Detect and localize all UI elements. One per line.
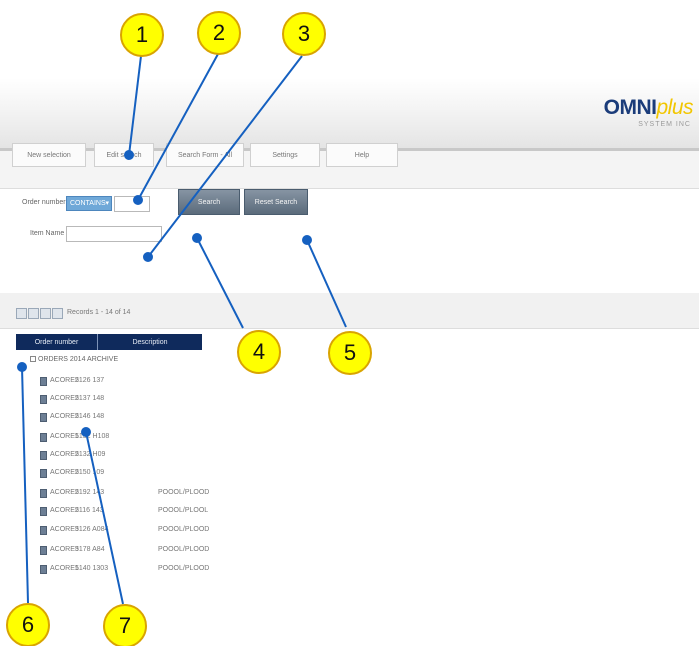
- table-row[interactable]: ACORE2 5137 148: [40, 394, 230, 408]
- pager-status: Records 1 - 14 of 14: [67, 309, 131, 316]
- document-icon: [40, 469, 47, 478]
- document-icon: [40, 507, 47, 516]
- tab-search-form[interactable]: Search Form - All: [166, 143, 244, 167]
- search-button[interactable]: Search: [178, 189, 240, 215]
- reset-search-button[interactable]: Reset Search: [244, 189, 308, 215]
- callout-1: 1: [120, 13, 164, 57]
- callout-7: 7: [103, 604, 147, 646]
- tab-help[interactable]: Help: [326, 143, 398, 167]
- callout-6: 6: [6, 603, 50, 646]
- table-row[interactable]: ACORE2 5126 137: [40, 376, 230, 390]
- tab-new-selection[interactable]: New selection: [12, 143, 86, 167]
- tree-root-node[interactable]: ORDERS 2014 ARCHIVE: [30, 356, 118, 363]
- callout-3: 3: [282, 12, 326, 56]
- table-row[interactable]: ACORE1 5140 1303 POOOL/PLOOD: [40, 564, 230, 578]
- table-row[interactable]: ACORE2 5132 H09: [40, 450, 230, 464]
- document-icon: [40, 433, 47, 442]
- match-operator-value: CONTAINS: [70, 200, 106, 207]
- callout-2: 2: [197, 11, 241, 55]
- table-row[interactable]: ACORE2 5146 148: [40, 412, 230, 426]
- expand-collapse-icon[interactable]: [30, 356, 36, 363]
- document-icon: [40, 395, 47, 404]
- document-icon: [40, 451, 47, 460]
- tab-settings[interactable]: Settings: [250, 143, 320, 167]
- document-icon: [40, 413, 47, 422]
- document-icon: [40, 377, 47, 386]
- table-row[interactable]: ACORE2 5116 143 POOOL/PLOOL: [40, 506, 230, 520]
- next-page-icon[interactable]: [40, 308, 51, 319]
- item-name-input[interactable]: [66, 226, 162, 242]
- document-icon: [40, 489, 47, 498]
- callout-4: 4: [237, 330, 281, 374]
- tab-edit-search[interactable]: Edit search: [94, 143, 154, 167]
- first-page-icon[interactable]: [16, 308, 27, 319]
- order-number-label: Order number: [22, 199, 66, 206]
- omniplus-logo: OMNIplus: [603, 96, 694, 119]
- table-row[interactable]: ACORE2 5150 109: [40, 468, 230, 482]
- prev-page-icon[interactable]: [28, 308, 39, 319]
- table-row[interactable]: ACORE1 5132 H108: [40, 432, 230, 446]
- table-row[interactable]: ACORE3 5126 A084 POOOL/PLOOD: [40, 525, 230, 539]
- logo-subtitle: SYSTEM INC: [638, 121, 691, 128]
- document-icon: [40, 565, 47, 574]
- order-number-input[interactable]: [114, 196, 150, 212]
- last-page-icon[interactable]: [52, 308, 63, 319]
- chevron-down-icon: ▾: [105, 200, 109, 207]
- tree-root-label: ORDERS 2014 ARCHIVE: [38, 356, 119, 363]
- document-icon: [40, 526, 47, 535]
- match-operator-select[interactable]: CONTAINS ▾: [66, 196, 112, 211]
- column-header-description[interactable]: Description: [98, 334, 202, 350]
- results-grid-header: Order number Description: [16, 334, 202, 350]
- item-name-label: Item Name: [30, 230, 65, 237]
- table-row[interactable]: ACORE2 5192 143 POOOL/PLOOD: [40, 488, 230, 502]
- callout-5: 5: [328, 331, 372, 375]
- table-row[interactable]: ACORE3 5178 A84 POOOL/PLOOD: [40, 545, 230, 559]
- column-header-order-number[interactable]: Order number: [16, 334, 98, 350]
- app-header: [0, 78, 699, 148]
- document-icon: [40, 546, 47, 555]
